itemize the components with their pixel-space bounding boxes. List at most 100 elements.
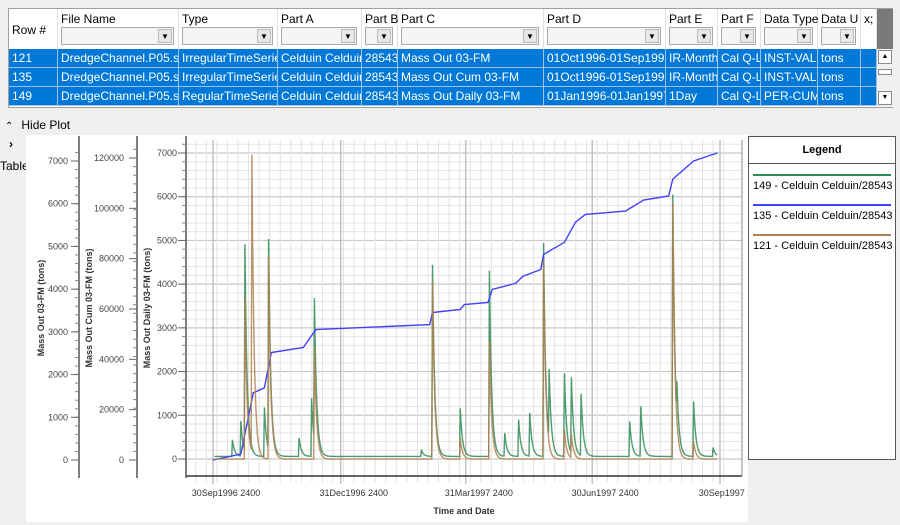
- table-cell[interactable]: IR-Month: [666, 49, 718, 68]
- table-cell[interactable]: 01Jan1996-01Jan1997: [544, 87, 666, 106]
- table-cell[interactable]: Cal Q-L: [718, 87, 761, 106]
- table-side-panel[interactable]: › Table: [0, 135, 29, 522]
- table-cell[interactable]: Mass Out Cum 03-FM: [398, 68, 544, 87]
- data-point-149: [517, 421, 520, 423]
- column-filter-dropdown[interactable]: ▼: [401, 27, 539, 45]
- table-cell[interactable]: DredgeChannel.P05.sed: [58, 49, 179, 68]
- column-header[interactable]: Part E ▼: [666, 9, 718, 49]
- dropdown-arrow-icon: ▼: [645, 29, 659, 43]
- table-cell[interactable]: DredgeChannel.P05.sed: [58, 87, 179, 106]
- table-row[interactable]: 149DredgeChannel.P05.sedRegularTimeSerie…: [9, 87, 877, 106]
- column-header[interactable]: Part A ▼: [278, 9, 362, 49]
- table-cell[interactable]: INST-VAL: [761, 49, 818, 68]
- table-cell[interactable]: INST-VAL: [761, 68, 818, 87]
- table-cell[interactable]: [861, 87, 877, 106]
- vertical-scrollbar[interactable]: ▲ ▼: [877, 9, 893, 107]
- table-cell[interactable]: IrregularTimeSeries: [179, 49, 278, 68]
- column-header-label: Part A: [281, 12, 314, 26]
- scrollbar-header-block: [877, 9, 893, 49]
- table-cell[interactable]: 01Oct1996-01Sep1997: [544, 49, 666, 68]
- table-cell[interactable]: 28543: [362, 87, 398, 106]
- data-table[interactable]: Row # File Name ▼ Type ▼ Part A ▼ Part B ▼ Part C…: [8, 8, 893, 108]
- table-cell[interactable]: [861, 68, 877, 87]
- data-point-149: [712, 449, 714, 451]
- column-header[interactable]: Data U ▼: [818, 9, 861, 49]
- table-cell[interactable]: 149: [9, 87, 58, 106]
- table-cell[interactable]: [861, 49, 877, 68]
- table-cell[interactable]: tons: [818, 49, 861, 68]
- data-point-135: [487, 301, 489, 304]
- chevron-right-icon[interactable]: ›: [9, 137, 13, 151]
- table-cell[interactable]: Mass Out Daily 03-FM: [398, 87, 544, 106]
- table-row[interactable]: 135DredgeChannel.P05.sedIrregularTimeSer…: [9, 68, 877, 87]
- data-point-121: [563, 429, 566, 432]
- table-cell[interactable]: 135: [9, 68, 58, 87]
- column-header[interactable]: Part D ▼: [544, 9, 666, 49]
- column-header[interactable]: x;: [861, 9, 877, 49]
- data-point-149: [693, 403, 695, 405]
- table-cell[interactable]: 121: [9, 49, 58, 68]
- plot-area[interactable]: 0 1000 2000 3000 4000 5000 6000 7000 Mass Out 03…: [26, 135, 767, 522]
- column-header[interactable]: Part B ▼: [362, 9, 398, 49]
- column-header[interactable]: Part F ▼: [718, 9, 761, 49]
- column-filter-dropdown[interactable]: ▼: [61, 27, 174, 45]
- column-filter-dropdown[interactable]: ▼: [281, 27, 357, 45]
- data-point-135: [240, 453, 242, 455]
- column-header[interactable]: Type ▼: [179, 9, 278, 49]
- table-cell[interactable]: 28543: [362, 68, 398, 87]
- y-tick-label: 3000: [157, 323, 177, 333]
- column-filter-dropdown[interactable]: ▼: [669, 27, 713, 45]
- data-point-149: [672, 196, 674, 198]
- table-cell[interactable]: Cal Q-L: [718, 68, 761, 87]
- column-filter-dropdown[interactable]: ▼: [721, 27, 756, 45]
- table-cell[interactable]: 28543: [362, 49, 398, 68]
- table-cell[interactable]: 1Day: [666, 87, 718, 106]
- x-axis-title: Time and Date: [433, 506, 494, 516]
- table-cell[interactable]: tons: [818, 68, 861, 87]
- column-filter-dropdown[interactable]: ▼: [547, 27, 661, 45]
- table-cell[interactable]: IrregularTimeSeries: [179, 68, 278, 87]
- table-cell[interactable]: 01Oct1996-01Sep1997: [544, 68, 666, 87]
- table-cell[interactable]: Celduin Celduin: [278, 68, 362, 87]
- data-point-149: [640, 408, 642, 410]
- table-cell[interactable]: Celduin Celduin: [278, 49, 362, 68]
- data-point-149: [420, 451, 422, 454]
- x-tick-label: 31Mar1997 2400: [445, 488, 513, 498]
- legend: Legend 149 - Celduin Celduin/28543 135 - …: [748, 136, 896, 460]
- table-cell[interactable]: IR-Month: [666, 68, 718, 87]
- y-tick-label: 3000: [48, 327, 68, 337]
- scrollbar-thumb[interactable]: [878, 69, 892, 75]
- y-tick-label: 0: [119, 455, 124, 465]
- data-point-135: [668, 195, 670, 197]
- table-cell[interactable]: Celduin Celduin: [278, 87, 362, 106]
- x-tick-label: 30Sep1996 2400: [192, 488, 261, 498]
- data-point-149: [488, 272, 491, 274]
- column-filter-dropdown[interactable]: ▼: [182, 27, 273, 45]
- scroll-up-arrow-icon[interactable]: ▲: [878, 50, 892, 64]
- data-point-149: [504, 435, 506, 437]
- column-header[interactable]: Part C ▼: [398, 9, 544, 49]
- table-cell[interactable]: Mass Out 03-FM: [398, 49, 544, 68]
- table-cell[interactable]: PER-CUM: [761, 87, 818, 106]
- legend-title: Legend: [749, 137, 895, 164]
- column-filter-dropdown[interactable]: ▼: [764, 27, 813, 45]
- data-point-135: [584, 213, 586, 215]
- y-tick-label: 100000: [94, 203, 124, 213]
- y-tick-label: 20000: [99, 405, 124, 415]
- column-header[interactable]: Row #: [9, 9, 58, 49]
- data-point-149: [570, 382, 572, 384]
- table-cell[interactable]: DredgeChannel.P05.sed: [58, 68, 179, 87]
- column-header[interactable]: Data Type ▼: [761, 9, 818, 49]
- dropdown-arrow-icon: ▼: [158, 29, 172, 43]
- column-filter-dropdown[interactable]: ▼: [821, 27, 856, 45]
- table-cell[interactable]: tons: [818, 87, 861, 106]
- column-header-label: Part C: [401, 12, 436, 26]
- table-cell[interactable]: Cal Q-L: [718, 49, 761, 68]
- table-cell[interactable]: RegularTimeSeries: [179, 87, 278, 106]
- data-point-135: [624, 210, 627, 212]
- column-filter-dropdown[interactable]: ▼: [365, 27, 393, 45]
- hide-plot-toggle[interactable]: ⌃ Hide Plot: [5, 118, 70, 132]
- scroll-down-arrow-icon[interactable]: ▼: [878, 91, 892, 105]
- table-row[interactable]: 121DredgeChannel.P05.sedIrregularTimeSer…: [9, 49, 877, 68]
- column-header[interactable]: File Name ▼: [58, 9, 179, 49]
